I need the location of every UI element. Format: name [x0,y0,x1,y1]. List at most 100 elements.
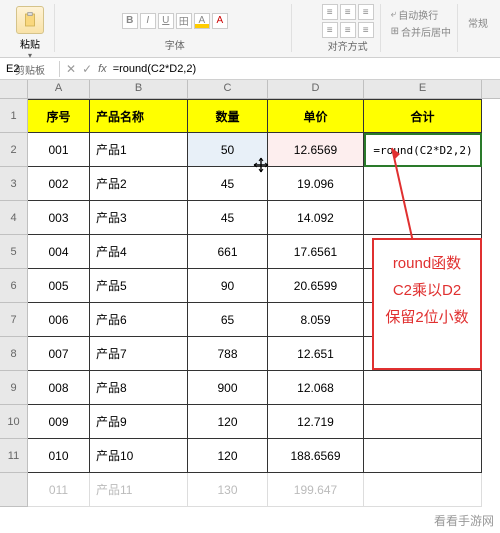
annotation-line1: round函数 [380,250,474,277]
table-cell[interactable]: 17.6561 [268,235,364,269]
table-cell[interactable]: 产品2 [90,167,188,201]
table-cell[interactable]: 产品4 [90,235,188,269]
paste-button[interactable] [16,6,44,34]
select-all-corner[interactable] [0,80,28,98]
confirm-icon[interactable]: ✓ [82,62,92,76]
align-middle-button[interactable]: ≡ [340,4,356,20]
row-header[interactable]: 3 [0,167,28,201]
table-cell[interactable]: 45 [188,201,268,235]
table-header-cell[interactable]: 产品名称 [90,99,188,133]
table-cell[interactable]: 14.092 [268,201,364,235]
row-header[interactable]: 11 [0,439,28,473]
table-cell[interactable]: 003 [28,201,90,235]
table-cell[interactable] [364,405,482,439]
table-cell[interactable]: 产品11 [90,473,188,507]
underline-button[interactable]: U [158,13,174,29]
table-cell[interactable]: 产品9 [90,405,188,439]
italic-button[interactable]: I [140,13,156,29]
table-cell[interactable] [364,371,482,405]
table-cell[interactable]: 65 [188,303,268,337]
table-cell[interactable]: 50 [188,133,268,167]
bold-button[interactable]: B [122,13,138,29]
row-header[interactable]: 7 [0,303,28,337]
table-cell[interactable]: 12.068 [268,371,364,405]
table-cell[interactable]: 788 [188,337,268,371]
table-cell[interactable]: 120 [188,405,268,439]
col-header-B[interactable]: B [90,80,188,98]
table-cell[interactable]: 12.651 [268,337,364,371]
col-header-C[interactable]: C [188,80,268,98]
table-cell[interactable]: 120 [188,439,268,473]
table-cell[interactable]: 001 [28,133,90,167]
table-cell[interactable]: 产品7 [90,337,188,371]
table-cell[interactable]: 产品6 [90,303,188,337]
align-top-button[interactable]: ≡ [322,4,338,20]
table-header-cell[interactable]: 数量 [188,99,268,133]
table-cell[interactable]: 20.6599 [268,269,364,303]
table-cell[interactable]: 199.647 [268,473,364,507]
wrap-text-label[interactable]: 自动换行 [398,7,438,22]
active-cell[interactable]: =round(C2*D2,2) [364,133,482,167]
table-cell[interactable]: 009 [28,405,90,439]
align-center-button[interactable]: ≡ [340,22,356,38]
table-cell[interactable]: 45 [188,167,268,201]
row-header[interactable]: 2 [0,133,28,167]
table-cell[interactable]: 90 [188,269,268,303]
merge-icon[interactable]: ⊞ [391,26,399,37]
table-header-cell[interactable]: 序号 [28,99,90,133]
number-format-label[interactable]: 常规 [468,15,488,30]
table-cell[interactable]: 12.719 [268,405,364,439]
table-cell[interactable]: 产品1 [90,133,188,167]
row-header[interactable]: 6 [0,269,28,303]
table-cell[interactable]: 19.096 [268,167,364,201]
table-cell[interactable] [364,201,482,235]
table-cell[interactable]: 011 [28,473,90,507]
table-header-cell[interactable]: 合计 [364,99,482,133]
row-header[interactable]: 8 [0,337,28,371]
table-cell[interactable]: 产品8 [90,371,188,405]
table-cell[interactable] [364,473,482,507]
table-cell[interactable]: 010 [28,439,90,473]
formula-input[interactable]: =round(C2*D2,2) [113,63,494,75]
table-cell[interactable] [364,439,482,473]
table-header-cell[interactable]: 单价 [268,99,364,133]
row-header[interactable]: 1 [0,99,28,133]
table-cell[interactable]: 产品5 [90,269,188,303]
table-cell[interactable]: 188.6569 [268,439,364,473]
table-cell[interactable]: 006 [28,303,90,337]
table-cell[interactable]: 008 [28,371,90,405]
row-header[interactable]: 10 [0,405,28,439]
fx-icon[interactable]: fx [98,63,107,75]
ribbon: 粘贴 ▾ 剪贴板 B I U 田 A A 字体 ≡ [0,0,500,58]
table-cell[interactable]: 130 [188,473,268,507]
merge-label[interactable]: 合并后居中 [401,24,451,39]
row-header[interactable]: 9 [0,371,28,405]
fill-color-button[interactable]: A [194,13,210,29]
table-cell[interactable]: 产品10 [90,439,188,473]
row-header[interactable] [0,473,28,507]
col-header-A[interactable]: A [28,80,90,98]
name-box[interactable]: E2 [0,61,60,77]
table-cell[interactable]: 005 [28,269,90,303]
row-header[interactable]: 5 [0,235,28,269]
border-button[interactable]: 田 [176,13,192,29]
table-cell[interactable]: 产品3 [90,201,188,235]
col-header-D[interactable]: D [268,80,364,98]
align-right-button[interactable]: ≡ [358,22,374,38]
row-header[interactable]: 4 [0,201,28,235]
table-cell[interactable]: 661 [188,235,268,269]
col-header-E[interactable]: E [364,80,482,98]
table-cell[interactable]: 004 [28,235,90,269]
align-bottom-button[interactable]: ≡ [358,4,374,20]
wrap-text-icon[interactable]: ⤶ [391,9,397,20]
table-cell[interactable]: 8.059 [268,303,364,337]
table-cell[interactable] [364,167,482,201]
align-left-button[interactable]: ≡ [322,22,338,38]
table-cell[interactable]: 002 [28,167,90,201]
cancel-icon[interactable]: ✕ [66,62,76,76]
table-cell[interactable]: 007 [28,337,90,371]
font-color-button[interactable]: A [212,13,228,29]
table-cell[interactable]: 900 [188,371,268,405]
paste-dropdown-icon[interactable]: ▾ [28,51,32,60]
table-cell[interactable]: 12.6569 [268,133,364,167]
